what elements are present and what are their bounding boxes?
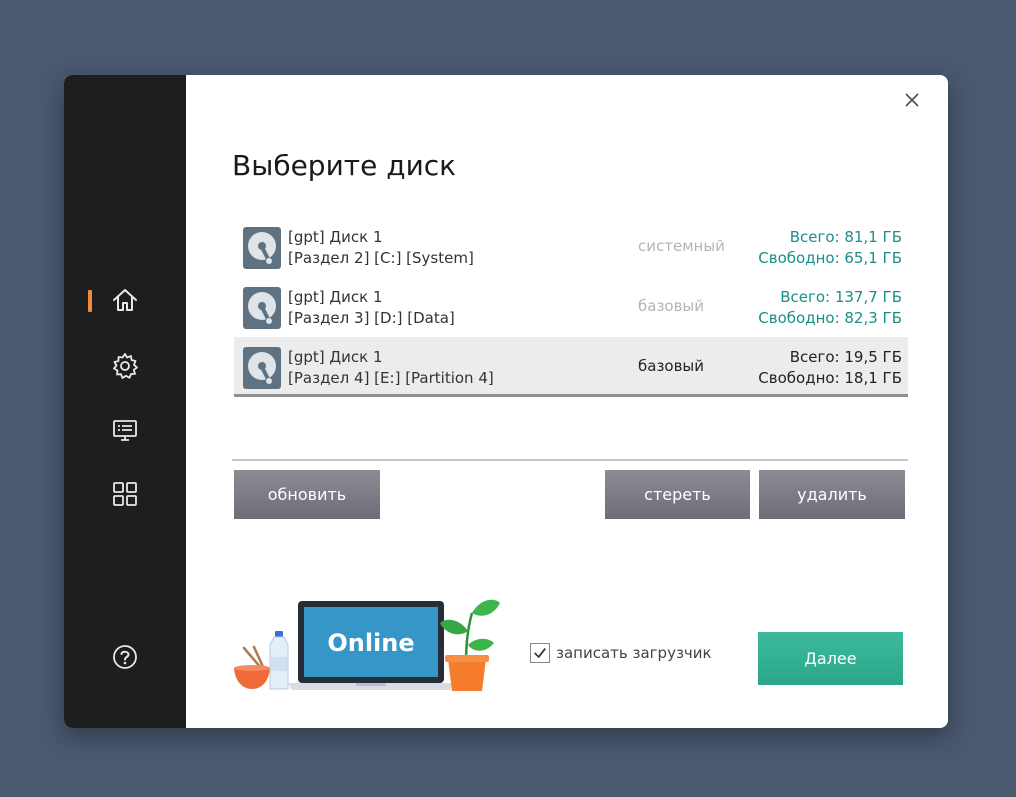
disk-row-selected[interactable]: [gpt] Диск 1 [Раздел 4] [E:] [Partition … <box>234 337 908 397</box>
partition-name: [Раздел 3] [D:] [Data] <box>288 309 455 327</box>
disk-free-size: Свободно: 82,3 ГБ <box>758 309 902 327</box>
partition-name: [Раздел 2] [C:] [System] <box>288 249 474 267</box>
monitor-icon <box>113 420 137 441</box>
disk-type: системный <box>638 237 725 255</box>
disk-total-size: Всего: 19,5 ГБ <box>789 348 902 366</box>
gear-icon <box>113 353 138 379</box>
home-icon <box>113 289 137 311</box>
disk-total-size: Всего: 81,1 ГБ <box>789 228 902 246</box>
water-bottle-icon <box>269 631 289 690</box>
close-button[interactable] <box>900 88 924 112</box>
sidebar-item-apps[interactable] <box>64 472 186 516</box>
laptop-screen-text: Online <box>327 629 414 657</box>
partition-name: [Раздел 4] [E:] [Partition 4] <box>288 369 494 387</box>
bootloader-checkbox[interactable]: записать загрузчик <box>530 643 712 663</box>
installer-window: Выберите диск [gpt] Диск 1 [Раздел 2] [C… <box>64 75 948 728</box>
sidebar-item-display[interactable] <box>64 408 186 452</box>
disk-free-size: Свободно: 18,1 ГБ <box>758 369 902 387</box>
disk-list: [gpt] Диск 1 [Раздел 2] [C:] [System] си… <box>234 217 908 397</box>
bootloader-label: записать загрузчик <box>556 644 712 662</box>
plant-icon <box>440 599 500 691</box>
sidebar-item-help[interactable] <box>64 635 186 679</box>
sidebar <box>64 75 186 728</box>
separator <box>232 459 908 461</box>
hard-disk-icon <box>243 227 281 269</box>
disk-name: [gpt] Диск 1 <box>288 348 383 366</box>
online-illustration: Online <box>234 599 500 691</box>
checkmark-icon <box>534 648 546 658</box>
close-icon <box>905 93 919 107</box>
hard-disk-icon <box>243 287 281 329</box>
disk-total-size: Всего: 137,7 ГБ <box>780 288 902 306</box>
page-title: Выберите диск <box>232 149 457 182</box>
hard-disk-icon <box>243 347 281 389</box>
grid-icon <box>113 482 137 506</box>
disk-name: [gpt] Диск 1 <box>288 288 383 306</box>
refresh-button[interactable]: обновить <box>234 470 380 519</box>
disk-type: базовый <box>638 297 705 315</box>
help-icon <box>113 645 137 669</box>
next-button[interactable]: Далее <box>758 632 903 685</box>
disk-name: [gpt] Диск 1 <box>288 228 383 246</box>
disk-free-size: Свободно: 65,1 ГБ <box>758 249 902 267</box>
delete-button[interactable]: удалить <box>759 470 905 519</box>
erase-button[interactable]: стереть <box>605 470 750 519</box>
disk-row[interactable]: [gpt] Диск 1 [Раздел 3] [D:] [Data] базо… <box>234 277 908 337</box>
disk-row[interactable]: [gpt] Диск 1 [Раздел 2] [C:] [System] си… <box>234 217 908 277</box>
disk-type: базовый <box>638 357 705 375</box>
sidebar-item-settings[interactable] <box>64 344 186 388</box>
checkbox[interactable] <box>530 643 550 663</box>
bowl-icon <box>234 645 270 689</box>
sidebar-item-home[interactable] <box>64 278 186 322</box>
